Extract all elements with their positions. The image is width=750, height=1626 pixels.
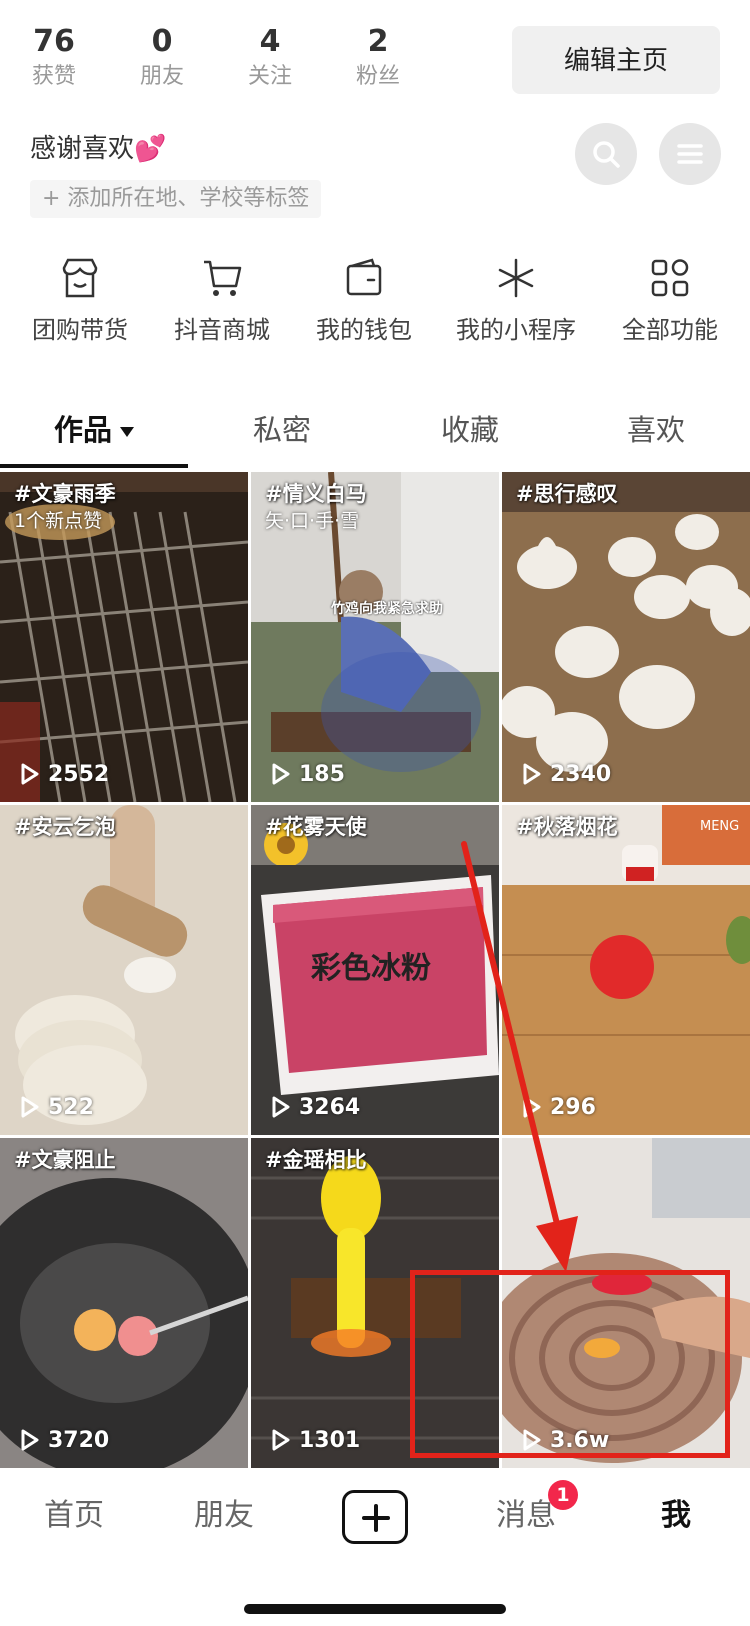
caret-down-icon <box>120 427 134 437</box>
play-icon <box>21 1096 39 1118</box>
profile-bio: 感谢喜欢💕 <box>30 134 167 164</box>
nav-home[interactable]: 首页 <box>14 1494 134 1538</box>
menu-icon <box>677 144 703 164</box>
play-count-value: 2552 <box>48 762 110 787</box>
play-icon <box>272 1096 290 1118</box>
stat-friends-label: 朋友 <box>139 64 184 89</box>
stat-likes-label: 获赞 <box>31 64 76 89</box>
edit-profile-button[interactable]: 编辑主页 <box>512 26 720 94</box>
grid-icon <box>651 259 689 297</box>
video-title: #秋落烟花 <box>516 815 618 839</box>
home-indicator <box>244 1604 506 1614</box>
search-button[interactable] <box>575 123 637 185</box>
video-title: #文豪雨季 <box>14 482 116 506</box>
search-icon <box>593 141 620 168</box>
annotation-arrow <box>461 841 578 1272</box>
wallet-icon <box>346 258 382 296</box>
video-title: #花雾天使 <box>265 815 367 839</box>
stat-likes-count: 76 <box>33 24 75 59</box>
stat-friends-count: 0 <box>151 24 173 59</box>
tab-private[interactable]: 私密 <box>188 405 376 455</box>
play-icon <box>272 763 290 785</box>
mini-program-icon <box>498 258 534 298</box>
bottom-nav: 首页 朋友 消息 1 我 <box>0 1470 750 1570</box>
video-card[interactable]: #安云乞泡 522 <box>0 805 248 1135</box>
video-card[interactable]: #文豪阻止 3720 <box>0 1138 248 1468</box>
function-shortcuts: 团购带货 抖音商城 我的钱包 我的小程序 全部功能 <box>0 256 750 356</box>
content-tabs: 作品 私密 收藏 喜欢 <box>0 405 750 471</box>
video-subtitle: 1个新点赞 <box>14 510 103 532</box>
video-caption: 彩色冰粉 <box>311 951 431 986</box>
video-card[interactable]: 竹鸡向我紧急求助 #情义白马 矢·口·手·雪 185 <box>251 472 499 802</box>
tab-works-label: 作品 <box>53 413 112 447</box>
plus-icon <box>362 1504 390 1532</box>
tab-works[interactable]: 作品 <box>0 405 188 455</box>
func-all-features[interactable]: 全部功能 <box>600 256 740 345</box>
annotation-highlight-box <box>410 1270 730 1458</box>
func-label: 团购带货 <box>32 316 128 344</box>
stat-likes[interactable]: 76 获赞 <box>4 22 104 92</box>
play-icon <box>523 763 541 785</box>
tab-likes[interactable]: 喜欢 <box>562 405 750 455</box>
nav-me[interactable]: 我 <box>616 1494 736 1538</box>
play-count: 2552 <box>20 762 109 788</box>
video-thumbnail <box>0 805 248 1135</box>
play-count-value: 1301 <box>299 1428 361 1453</box>
video-caption: MENG <box>700 819 740 834</box>
play-count-value: 2340 <box>550 762 612 787</box>
func-label: 抖音商城 <box>174 316 270 344</box>
func-wallet[interactable]: 我的钱包 <box>294 256 434 345</box>
stat-followers-count: 2 <box>367 24 389 59</box>
menu-button[interactable] <box>659 123 721 185</box>
stat-followers-label: 粉丝 <box>355 64 400 89</box>
video-subtitle: 矢·口·手·雪 <box>265 510 360 532</box>
play-count-value: 185 <box>299 762 345 787</box>
play-count: 1301 <box>271 1428 360 1454</box>
play-count-value: 3264 <box>299 1095 361 1120</box>
shop-icon <box>62 258 98 298</box>
play-icon <box>21 763 39 785</box>
play-count: 2340 <box>522 762 611 788</box>
video-title: #情义白马 <box>265 482 367 506</box>
func-group-buying[interactable]: 团购带货 <box>10 256 150 345</box>
video-title: #安云乞泡 <box>14 815 116 839</box>
video-thumbnail <box>502 472 750 802</box>
func-label: 我的小程序 <box>456 316 576 344</box>
play-count-value: 522 <box>48 1095 94 1120</box>
stat-followers[interactable]: 2 粉丝 <box>328 22 428 92</box>
add-tag-button[interactable]: + 添加所在地、学校等标签 <box>30 180 322 218</box>
func-mini-programs[interactable]: 我的小程序 <box>446 256 586 345</box>
video-card[interactable]: #文豪雨季 1个新点赞 2552 <box>0 472 248 802</box>
create-button[interactable] <box>342 1490 408 1544</box>
play-icon <box>272 1429 290 1451</box>
func-label: 我的钱包 <box>316 316 412 344</box>
video-title: #文豪阻止 <box>14 1148 116 1172</box>
tab-favorites[interactable]: 收藏 <box>376 405 564 455</box>
tab-active-indicator <box>0 464 188 468</box>
video-caption: 竹鸡向我紧急求助 <box>331 601 443 617</box>
cart-icon <box>204 260 242 296</box>
func-douyin-mall[interactable]: 抖音商城 <box>152 256 292 345</box>
func-label: 全部功能 <box>622 316 718 344</box>
play-icon <box>21 1429 39 1451</box>
play-count: 522 <box>20 1095 94 1121</box>
stat-friends[interactable]: 0 朋友 <box>112 22 212 92</box>
stat-following-label: 关注 <box>247 64 292 89</box>
play-count-value: 3720 <box>48 1428 110 1453</box>
video-card[interactable]: #思行感叹 2340 <box>502 472 750 802</box>
stat-following-count: 4 <box>259 24 281 59</box>
video-title: #金瑶相比 <box>265 1148 367 1172</box>
nav-friends[interactable]: 朋友 <box>164 1494 284 1538</box>
video-title: #思行感叹 <box>516 482 618 506</box>
play-count: 3264 <box>271 1095 360 1121</box>
stat-following[interactable]: 4 关注 <box>220 22 320 92</box>
play-count: 3720 <box>20 1428 109 1454</box>
video-thumbnail <box>0 1138 248 1468</box>
unread-badge: 1 <box>548 1480 578 1510</box>
play-count: 185 <box>271 762 345 788</box>
